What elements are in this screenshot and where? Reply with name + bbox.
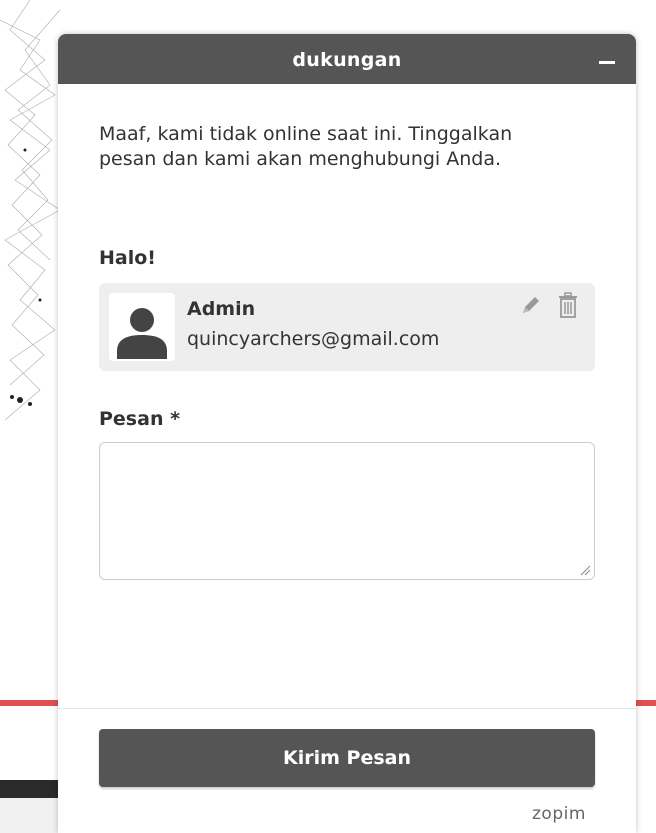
background-bar [0, 798, 60, 833]
user-avatar-icon [117, 308, 167, 359]
offline-message: Maaf, kami tidak online saat ini. Tingga… [99, 123, 513, 170]
accent-line [636, 700, 656, 706]
widget-header[interactable]: dukungan [58, 34, 636, 84]
widget-title: dukungan [292, 49, 402, 71]
send-message-button[interactable]: Kirim Pesan [99, 729, 595, 787]
background-bar [0, 780, 60, 798]
resize-handle-icon[interactable] [579, 564, 591, 576]
profile-name: Admin [187, 298, 256, 320]
message-input[interactable] [99, 442, 595, 580]
message-label: Pesan * [99, 408, 181, 430]
minus-icon [599, 61, 615, 64]
edit-profile-button[interactable] [519, 293, 543, 317]
greeting-text: Halo! [99, 247, 156, 269]
pencil-icon [523, 297, 539, 313]
brand-logo[interactable]: zopim [532, 804, 586, 824]
trash-icon [559, 292, 577, 318]
profile-card: Admin quincyarchers@gmail.com [99, 283, 595, 371]
divider [58, 708, 636, 709]
delete-profile-button[interactable] [556, 291, 580, 319]
profile-email: quincyarchers@gmail.com [187, 328, 440, 350]
accent-line [0, 700, 60, 706]
minimize-button[interactable] [596, 50, 618, 72]
avatar [109, 293, 175, 361]
chat-widget: dukungan Maaf, kami tidak online saat in… [58, 34, 636, 833]
